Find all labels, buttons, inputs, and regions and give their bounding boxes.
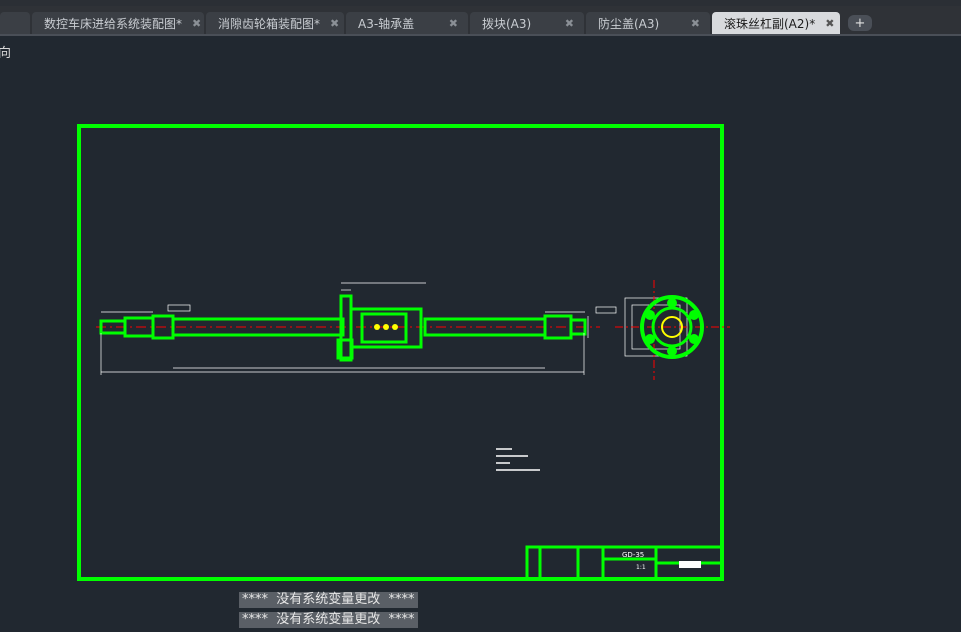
end-view	[615, 280, 730, 380]
tab-document[interactable]: 数控车床进给系统装配图* ✖	[32, 12, 204, 34]
close-icon[interactable]: ✖	[825, 17, 834, 30]
new-tab-plus-icon[interactable]: +	[848, 15, 872, 31]
ball-nut	[336, 294, 423, 362]
tab-document[interactable]: 消隙齿轮箱装配图* ✖	[206, 12, 344, 34]
tab-label: 防尘盖(A3)	[598, 16, 660, 31]
scale-value: 1:1	[636, 564, 646, 571]
technical-notes	[496, 448, 540, 471]
tab-label: 消隙齿轮箱装配图*	[218, 16, 321, 31]
command-history-line: **** 没有系统变量更改 ****	[239, 612, 418, 628]
drawing-canvas[interactable]: GD-35 1:1	[0, 34, 961, 594]
tab-label: 数控车床进给系统装配图*	[44, 16, 183, 31]
tab-label: 滚珠丝杠副(A2)*	[724, 16, 816, 31]
part-number: GD-35	[622, 551, 644, 559]
close-icon[interactable]: ✖	[691, 17, 700, 30]
tab-label: 拨块(A3)	[482, 16, 532, 31]
dimension-lines	[100, 282, 617, 375]
document-tab-bar: 数控车床进给系统装配图* ✖ 消隙齿轮箱装配图* ✖ A3-轴承盖 ✖ 拨块(A…	[0, 6, 961, 36]
ball-screw-shaft	[99, 314, 587, 340]
close-icon[interactable]: ✖	[449, 17, 458, 30]
tab-overflow[interactable]	[0, 12, 30, 34]
tab-document[interactable]: 拨块(A3) ✖	[470, 12, 584, 34]
sheet-border	[77, 124, 724, 581]
tab-document[interactable]: 防尘盖(A3) ✖	[586, 12, 710, 34]
command-history-line: **** 没有系统变量更改 ****	[239, 592, 418, 608]
tab-document[interactable]: A3-轴承盖 ✖	[346, 12, 468, 34]
close-icon[interactable]: ✖	[330, 17, 339, 30]
close-icon[interactable]: ✖	[192, 17, 201, 30]
tab-label: A3-轴承盖	[358, 16, 415, 31]
tab-document-active[interactable]: 滚珠丝杠副(A2)* ✖	[712, 12, 840, 34]
close-icon[interactable]: ✖	[565, 17, 574, 30]
